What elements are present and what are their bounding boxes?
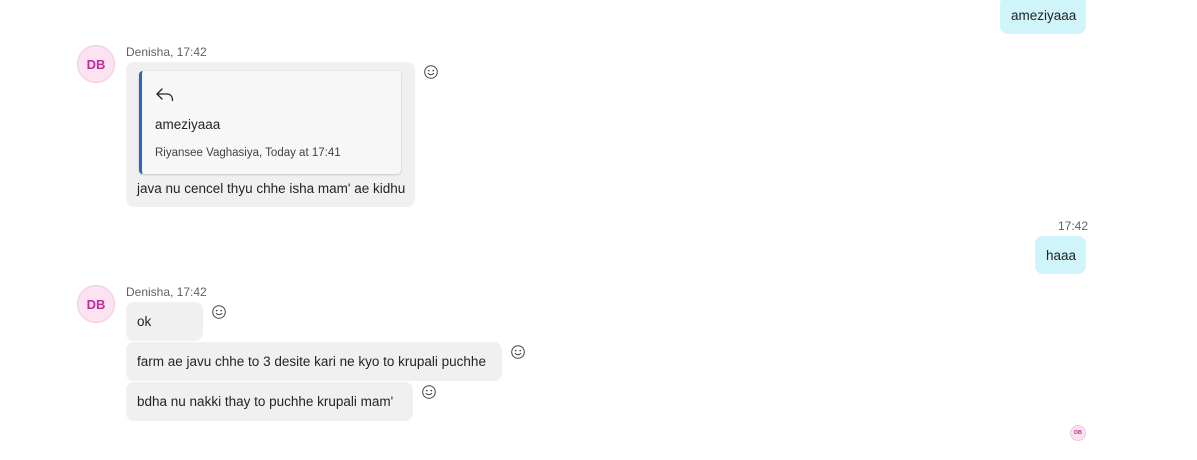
message-text: farm ae javu chhe to 3 desite kari ne ky… (137, 354, 486, 369)
avatar[interactable]: DB (77, 285, 115, 323)
quoted-author-time: Riyansee Vaghasiya, Today at 17:41 (155, 147, 341, 159)
smiley-icon[interactable] (421, 384, 437, 400)
smiley-icon[interactable] (510, 344, 526, 360)
outgoing-message-bubble[interactable]: ameziyaaa (1000, 0, 1086, 34)
read-receipt-avatar: DB (1070, 425, 1086, 441)
message-text: java nu cencel thyu chhe isha mam' ae ki… (137, 181, 406, 196)
smiley-icon[interactable] (423, 64, 439, 80)
message-text: ameziyaaa (1011, 7, 1077, 23)
message-time: 17:42 (1058, 219, 1089, 233)
sender-name-time: Denisha, 17:42 (126, 45, 207, 59)
outgoing-message-bubble[interactable]: haaa (1035, 236, 1086, 274)
reply-icon (156, 88, 174, 102)
incoming-message-bubble[interactable]: bdha nu nakki thay to puchhe krupali mam… (126, 382, 413, 421)
quoted-message[interactable]: ameziyaaa Riyansee Vaghasiya, Today at 1… (139, 71, 401, 174)
quoted-text: ameziyaaa (155, 117, 221, 132)
message-text: bdha nu nakki thay to puchhe krupali mam… (137, 394, 394, 409)
smiley-icon[interactable] (211, 304, 227, 320)
avatar[interactable]: DB (77, 45, 115, 83)
message-text: haaa (1046, 247, 1077, 263)
incoming-message-bubble[interactable]: ok (126, 302, 203, 341)
sender-name-time: Denisha, 17:42 (126, 285, 207, 299)
message-text: ok (137, 314, 152, 329)
incoming-message-bubble[interactable]: farm ae javu chhe to 3 desite kari ne ky… (126, 342, 502, 381)
